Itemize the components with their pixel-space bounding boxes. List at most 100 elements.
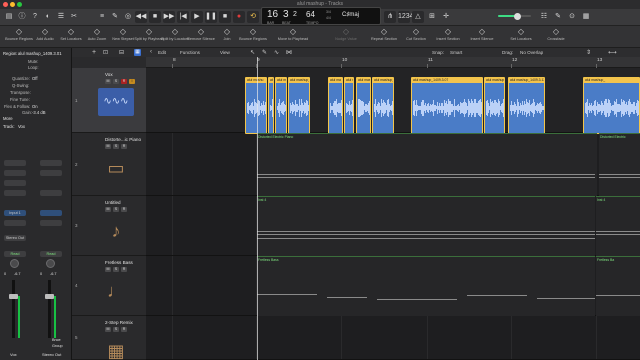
fast-forward-icon[interactable]: ▶▶ — [163, 11, 175, 23]
midi-region[interactable]: Fretless Ba — [596, 256, 640, 316]
track-header[interactable]: 2 Distorte...ic Piano ▭ M S R — [72, 133, 146, 196]
track-lane[interactable] — [146, 316, 640, 360]
midi-note[interactable] — [596, 231, 640, 232]
region-name[interactable]: alul mashup_1409.3.01 — [18, 51, 62, 56]
midi-region[interactable]: Inst 4 — [596, 196, 640, 256]
audio-region[interactable]: alul mashup_ — [583, 77, 640, 134]
mute-button[interactable]: M — [105, 267, 111, 272]
volume-fader-right[interactable] — [48, 280, 51, 338]
toolbar-button-10[interactable]: ◇ Move to Playhead — [277, 27, 309, 41]
setting-button-right[interactable] — [40, 160, 62, 166]
midi-note[interactable] — [257, 231, 595, 232]
functions-menu[interactable]: Functions — [180, 50, 200, 55]
input-select-left[interactable]: Input 1 — [4, 210, 26, 216]
track-header[interactable]: 1 Vox ∿∿∿ M S R I — [72, 68, 146, 133]
audio-fx-right[interactable] — [40, 220, 62, 226]
toolbar-button-13[interactable]: ◇ Cut Section — [400, 27, 432, 41]
bounce-button[interactable]: Bnce — [52, 338, 61, 342]
mixer-icon[interactable]: ☰ — [55, 11, 67, 23]
midi-note[interactable] — [599, 174, 640, 175]
toolbar-button-14[interactable]: ◇ Insert Section — [432, 27, 464, 41]
pan-knob-left[interactable] — [10, 259, 19, 268]
snap-value[interactable]: Smart — [450, 50, 462, 55]
automation-read-right[interactable]: Read — [40, 251, 62, 257]
global-tracks-icon[interactable]: ⊟ — [119, 49, 124, 56]
list-editors-icon[interactable]: ≡ — [96, 11, 108, 23]
inspector-icon[interactable]: ⓘ — [16, 11, 28, 23]
input-select-right[interactable] — [40, 210, 62, 216]
midi-note[interactable] — [257, 177, 595, 178]
midi-note[interactable] — [599, 177, 640, 178]
volume-fader-cap-right[interactable] — [45, 294, 54, 300]
toolbar-button-11[interactable]: ◇ Nudge Value — [330, 27, 362, 41]
pencil-tool-icon[interactable]: ✎ — [262, 49, 267, 56]
pan-knob-right[interactable] — [46, 259, 55, 268]
audio-region[interactable]: alul mash — [275, 77, 287, 134]
record-enable-button[interactable]: R — [121, 207, 127, 212]
audio-region[interactable]: alul mash — [344, 77, 354, 134]
input-monitor-button[interactable]: I — [129, 79, 135, 84]
library-icon[interactable]: ▤ — [3, 11, 15, 23]
midi-note[interactable] — [537, 298, 595, 299]
audio-region[interactable]: alul mashup_1409.3.06 — [288, 77, 310, 134]
solo-button[interactable]: S — [113, 267, 119, 272]
midi-note[interactable] — [257, 234, 595, 235]
midi-note[interactable] — [467, 295, 527, 296]
midi-region[interactable]: Fretless Bass — [257, 256, 595, 316]
audio-region[interactable]: alul — [268, 77, 274, 134]
notepad-icon[interactable]: ✎ — [109, 11, 121, 23]
record-icon[interactable]: ● — [233, 11, 245, 23]
solo-button[interactable]: S — [113, 327, 119, 332]
midi-note[interactable] — [596, 234, 640, 235]
add-track-icon[interactable]: + — [92, 49, 96, 56]
audio-region[interactable]: alul mashu — [245, 77, 267, 134]
audio-region[interactable]: alul mash — [356, 77, 371, 134]
autopunch-icon[interactable]: ✛ — [440, 11, 452, 23]
record-enable-button[interactable]: R — [121, 144, 127, 149]
eq-thumbnail-left[interactable] — [4, 170, 26, 176]
mute-button[interactable]: M — [105, 79, 111, 84]
lcd-display[interactable]: 16 3 2 64 3/4 4/4 C♯maj BAR BEAT TEMPO — [261, 7, 381, 25]
metronome-icon[interactable]: △ — [412, 11, 424, 23]
list-icon[interactable]: ☷ — [538, 11, 550, 23]
track-name[interactable]: Fretless Bass — [105, 260, 133, 265]
input-slot-left[interactable] — [4, 190, 26, 196]
edit-menu-disclosure-icon[interactable]: ‹ — [150, 49, 152, 55]
master-volume-knob[interactable] — [514, 12, 522, 20]
midi-note[interactable] — [257, 174, 595, 175]
midi-note[interactable] — [257, 238, 595, 239]
quantize-value[interactable]: Off — [32, 76, 38, 81]
tuner-icon[interactable]: ⋔ — [384, 11, 396, 23]
view-menu[interactable]: View — [220, 50, 230, 55]
zoom-waveform-icon[interactable]: ⇕ — [586, 49, 591, 56]
midi-fx-left[interactable] — [4, 180, 26, 186]
setting-button-left[interactable] — [4, 160, 26, 166]
group-slot[interactable]: Group — [52, 344, 63, 348]
volume-fader-left[interactable] — [12, 280, 15, 338]
track-header[interactable]: 5 2-Step Remix ▦ M S R — [72, 316, 146, 360]
solo-button[interactable]: S — [113, 207, 119, 212]
track-name[interactable]: Distorte...ic Piano — [105, 137, 141, 142]
audio-region[interactable]: alul ma — [328, 77, 343, 134]
eq-thumbnail-right[interactable] — [40, 170, 62, 176]
rewind-icon[interactable]: ◀◀ — [135, 11, 147, 23]
mute-button[interactable]: M — [105, 144, 111, 149]
record-enable-button[interactable]: R — [121, 79, 127, 84]
midi-note[interactable] — [377, 299, 457, 300]
midi-region[interactable]: Inst 4 — [257, 196, 595, 256]
input-slot-right[interactable] — [40, 190, 62, 196]
playhead[interactable] — [257, 57, 258, 360]
help-icon[interactable]: ? — [29, 11, 41, 23]
audio-region[interactable]: alul mashup_1 — [484, 77, 505, 134]
editors-icon[interactable]: ✂ — [68, 11, 80, 23]
flex-follow-value[interactable]: On — [32, 104, 38, 109]
record-enable-button[interactable]: R — [121, 267, 127, 272]
track-name[interactable]: Vox — [105, 72, 113, 77]
cycle-icon[interactable]: ⟲ — [247, 11, 259, 23]
stop-button-icon[interactable]: ■ — [219, 11, 231, 23]
loop-browser-icon[interactable]: ◎ — [122, 11, 134, 23]
midi-region[interactable]: Distorted Electric Piano — [257, 133, 597, 196]
track-header[interactable]: 3 Untitled ♪ M S R — [72, 196, 146, 256]
smart-controls-icon[interactable]: ◐ — [42, 11, 54, 23]
midi-note[interactable] — [327, 297, 367, 298]
